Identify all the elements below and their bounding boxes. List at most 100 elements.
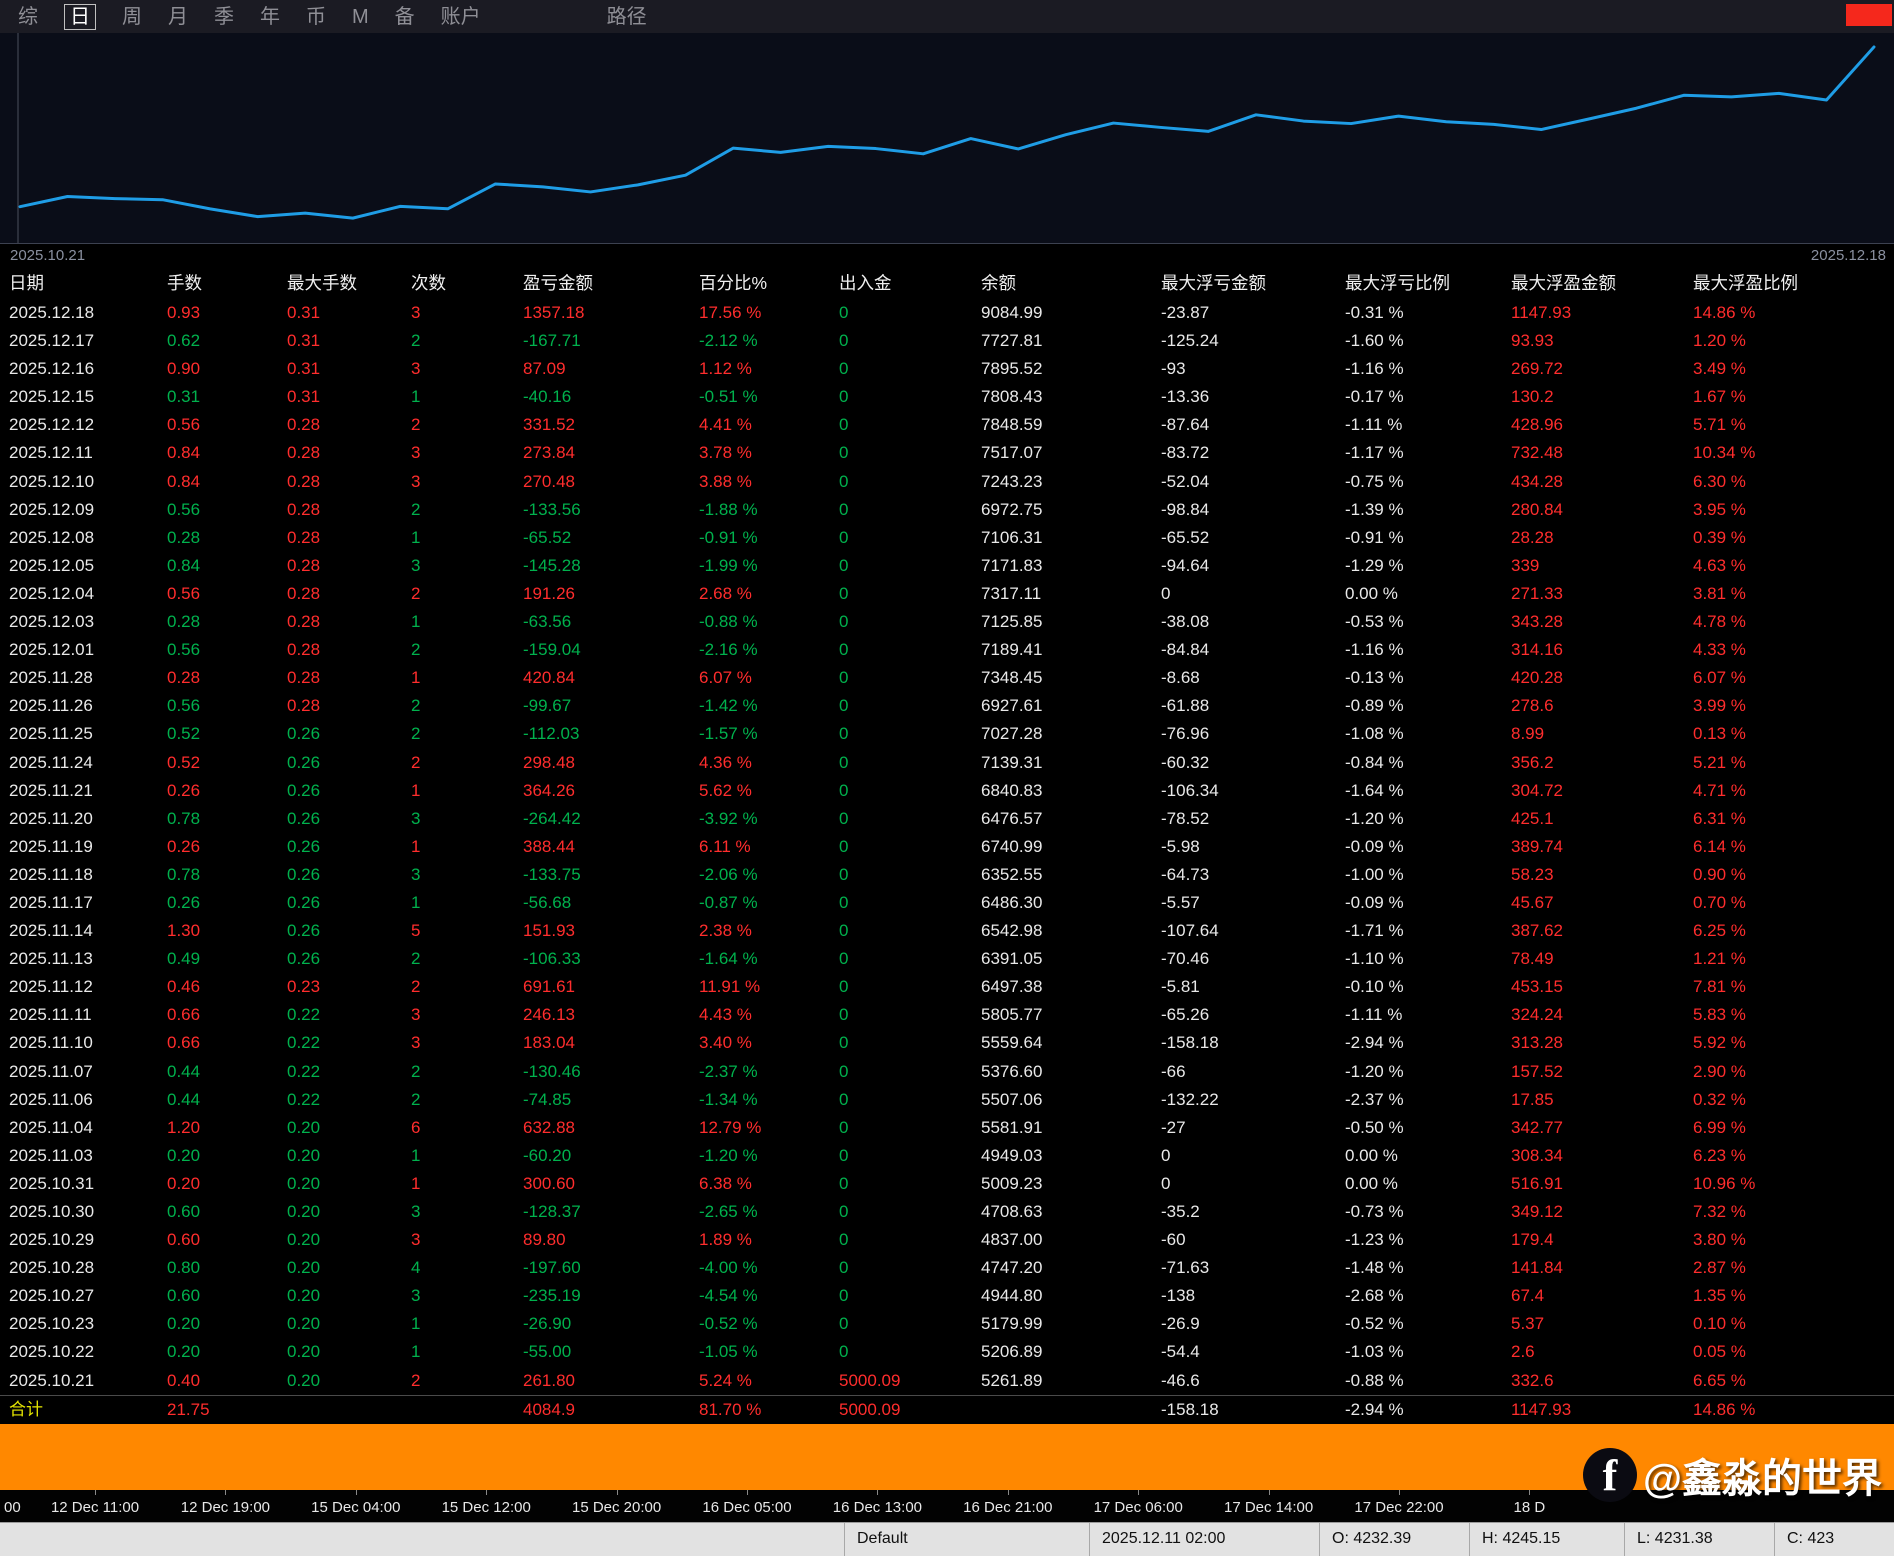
table-row[interactable]: 2025.11.14 1.30 0.26 5 151.93 2.38 % 0 6542.98 -…	[0, 917, 1894, 945]
table-row[interactable]: 2025.12.15 0.31 0.31 1 -40.16 -0.51 % 0 7808.43…	[0, 383, 1894, 411]
cell-pct: 3.40 %	[699, 1033, 752, 1053]
table-row[interactable]: 2025.11.26 0.56 0.28 2 -99.67 -1.42 % 0 6927.61…	[0, 692, 1894, 720]
table-row[interactable]: 2025.10.31 0.20 0.20 1 300.60 6.38 % 0 5009.23 0…	[0, 1170, 1894, 1198]
cell-max_float_profit_pct: 3.81 %	[1693, 583, 1746, 603]
cell-pct: 4.43 %	[699, 1005, 752, 1025]
menu-item-月[interactable]: 月	[168, 5, 188, 29]
cell-max_float_loss: -38.08	[1161, 612, 1210, 632]
cell-max_float_profit_pct: 5.92 %	[1693, 1033, 1746, 1053]
chart-start-date: 2025.10.21	[10, 247, 86, 264]
menu-item-季[interactable]: 季	[214, 5, 234, 29]
cell-max_float_profit_pct: 4.63 %	[1693, 555, 1746, 575]
cell-deposit: 0	[839, 1258, 849, 1278]
cell-max_float_profit_pct: 0.32 %	[1693, 1089, 1746, 1109]
table-row[interactable]: 2025.10.23 0.20 0.20 1 -26.90 -0.52 % 0 5179.99…	[0, 1310, 1894, 1338]
table-row[interactable]: 2025.12.18 0.93 0.31 3 1357.18 17.56 % 0 9084.9…	[0, 299, 1894, 327]
cell-date: 2025.11.04	[9, 1117, 93, 1137]
table-row[interactable]: 2025.12.12 0.56 0.28 2 331.52 4.41 % 0 7848.59 -…	[0, 411, 1894, 439]
table-row[interactable]: 2025.11.10 0.66 0.22 3 183.04 3.40 % 0 5559.64 -…	[0, 1029, 1894, 1057]
table-row[interactable]: 2025.11.13 0.49 0.26 2 -106.33 -1.64 % 0 6391.0…	[0, 945, 1894, 973]
cell-deposit: 0	[839, 583, 849, 603]
table-row[interactable]: 2025.11.21 0.26 0.26 1 364.26 5.62 % 0 6840.83 -…	[0, 777, 1894, 805]
cell-date: 2025.11.06	[9, 1089, 93, 1109]
cell-date: 2025.11.17	[9, 892, 93, 912]
cell-max_float_profit_pct: 6.14 %	[1693, 836, 1746, 856]
table-row[interactable]: 2025.12.11 0.84 0.28 3 273.84 3.78 % 0 7517.07 -…	[0, 439, 1894, 467]
table-row[interactable]: 2025.11.07 0.44 0.22 2 -130.46 -2.37 % 0 5376.6…	[0, 1058, 1894, 1086]
equity-chart[interactable]	[0, 33, 1894, 244]
table-total-row[interactable]: 合计 21.75 4084.9 81.70 % 5000.09 -158.18 -2.94 …	[0, 1394, 1894, 1423]
menu-item-周[interactable]: 周	[122, 5, 142, 29]
cell-max_float_profit: 349.12	[1511, 1202, 1563, 1221]
cell-deposit: 0	[839, 780, 849, 800]
col-header-max_float_loss_pct: 最大浮亏比例	[1345, 273, 1450, 293]
table-row[interactable]: 2025.10.21 0.40 0.20 2 261.80 5.24 % 5000.09 52…	[0, 1367, 1894, 1395]
scrollbar-thumb[interactable]	[1846, 4, 1892, 26]
cell-lots: 0.44	[167, 1089, 201, 1109]
cell-count: 5	[411, 921, 421, 941]
status-close: C: 423	[1774, 1523, 1894, 1556]
cell-deposit: 0	[839, 1061, 849, 1081]
table-row[interactable]: 2025.11.04 1.20 0.20 6 632.88 12.79 % 0 5581.91…	[0, 1114, 1894, 1142]
cell-max_float_loss_pct: -1.08 %	[1345, 724, 1404, 744]
cell-pct: 1.89 %	[699, 1230, 752, 1250]
cell-max_float_profit_pct: 14.86 %	[1693, 1399, 1756, 1419]
table-row[interactable]: 2025.11.24 0.52 0.26 2 298.48 4.36 % 0 7139.31 -…	[0, 749, 1894, 777]
table-row[interactable]: 2025.11.03 0.20 0.20 1 -60.20 -1.20 % 0 4949.03…	[0, 1142, 1894, 1170]
menu-item-路径[interactable]: 路径	[607, 5, 647, 29]
table-row[interactable]: 2025.10.29 0.60 0.20 3 89.80 1.89 % 0 4837.00 -6…	[0, 1226, 1894, 1254]
table-row[interactable]: 2025.11.12 0.46 0.23 2 691.61 11.91 % 0 6497.38…	[0, 973, 1894, 1001]
table-row[interactable]: 2025.11.19 0.26 0.26 1 388.44 6.11 % 0 6740.99 -…	[0, 833, 1894, 861]
cell-max_float_profit: 278.6	[1511, 696, 1554, 716]
time-axis-label: 17 Dec 22:00	[1354, 1499, 1444, 1516]
table-row[interactable]: 2025.12.09 0.56 0.28 2 -133.56 -1.88 % 0 6972.7…	[0, 496, 1894, 524]
table-row[interactable]: 2025.12.10 0.84 0.28 3 270.48 3.88 % 0 7243.23 -…	[0, 468, 1894, 496]
cell-date: 2025.10.30	[9, 1202, 95, 1221]
table-row[interactable]: 2025.11.18 0.78 0.26 3 -133.75 -2.06 % 0 6352.5…	[0, 861, 1894, 889]
table-row[interactable]: 2025.12.05 0.84 0.28 3 -145.28 -1.99 % 0 7171.8…	[0, 552, 1894, 580]
menu-item-年[interactable]: 年	[260, 5, 280, 29]
col-header-deposit: 出入金	[839, 273, 892, 293]
cell-max_float_profit: 332.6	[1511, 1370, 1554, 1390]
cell-max_float_profit_pct: 0.05 %	[1693, 1342, 1746, 1362]
cell-deposit: 0	[839, 331, 849, 351]
cell-max_float_loss: -158.18	[1161, 1033, 1219, 1053]
table-row[interactable]: 2025.12.01 0.56 0.28 2 -159.04 -2.16 % 0 7189.4…	[0, 636, 1894, 664]
cell-balance: 4747.20	[981, 1258, 1043, 1278]
table-row[interactable]: 2025.12.04 0.56 0.28 2 191.26 2.68 % 0 7317.11 0…	[0, 580, 1894, 608]
menu-item-日[interactable]: 日	[64, 3, 96, 30]
table-row[interactable]: 2025.10.30 0.60 0.20 3 -128.37 -2.65 % 0 4708.6…	[0, 1198, 1894, 1226]
table-row[interactable]: 2025.11.28 0.28 0.28 1 420.84 6.07 % 0 7348.45 -…	[0, 664, 1894, 692]
table-row[interactable]: 2025.10.28 0.80 0.20 4 -197.60 -4.00 % 0 4747.2…	[0, 1254, 1894, 1282]
table-row[interactable]: 2025.12.17 0.62 0.31 2 -167.71 -2.12 % 0 7727.8…	[0, 327, 1894, 355]
cell-balance: 7027.28	[981, 724, 1043, 744]
table-row[interactable]: 2025.10.22 0.20 0.20 1 -55.00 -1.05 % 0 5206.89…	[0, 1338, 1894, 1366]
table-row[interactable]: 2025.10.27 0.60 0.20 3 -235.19 -4.54 % 0 4944.8…	[0, 1282, 1894, 1310]
table-row[interactable]: 2025.11.20 0.78 0.26 3 -264.42 -3.92 % 0 6476.5…	[0, 805, 1894, 833]
cell-pnl: -112.03	[523, 724, 580, 744]
menu-item-备[interactable]: 备	[395, 5, 415, 29]
cell-max_lots: 0.28	[287, 668, 321, 688]
menu-item-账户[interactable]: 账户	[441, 5, 481, 29]
cell-count: 3	[411, 1230, 421, 1250]
menu-item-M[interactable]: M	[352, 5, 369, 29]
menu-item-综[interactable]: 综	[18, 5, 38, 29]
table-row[interactable]: 2025.12.08 0.28 0.28 1 -65.52 -0.91 % 0 7106.31…	[0, 524, 1894, 552]
menu-item-币[interactable]: 币	[306, 5, 326, 29]
cell-date: 2025.12.01	[9, 640, 95, 660]
cell-max_lots: 0.22	[287, 1089, 321, 1109]
table-row[interactable]: 2025.11.06 0.44 0.22 2 -74.85 -1.34 % 0 5507.06…	[0, 1086, 1894, 1114]
cell-max_float_profit: 93.93	[1511, 331, 1554, 351]
table-row[interactable]: 2025.11.11 0.66 0.22 3 246.13 4.43 % 0 5805.77 -…	[0, 1001, 1894, 1029]
cell-balance	[972, 1396, 1152, 1423]
cell-max_float_loss_pct: -1.16 %	[1345, 640, 1404, 660]
table-row[interactable]: 2025.11.17 0.26 0.26 1 -56.68 -0.87 % 0 6486.30…	[0, 889, 1894, 917]
status-datetime: 2025.12.11 02:00	[1089, 1523, 1319, 1556]
cell-max_float_profit: 5.37	[1511, 1314, 1545, 1334]
table-row[interactable]: 2025.12.03 0.28 0.28 1 -63.56 -0.88 % 0 7125.85…	[0, 608, 1894, 636]
table-row[interactable]: 2025.12.16 0.90 0.31 3 87.09 1.12 % 0 7895.52 -9…	[0, 355, 1894, 383]
cell-balance: 7808.43	[981, 387, 1043, 407]
cell-max_float_profit: 342.77	[1511, 1117, 1563, 1137]
table-row[interactable]: 2025.11.25 0.52 0.26 2 -112.03 -1.57 % 0 7027.2…	[0, 720, 1894, 748]
cell-deposit: 0	[839, 1314, 849, 1334]
